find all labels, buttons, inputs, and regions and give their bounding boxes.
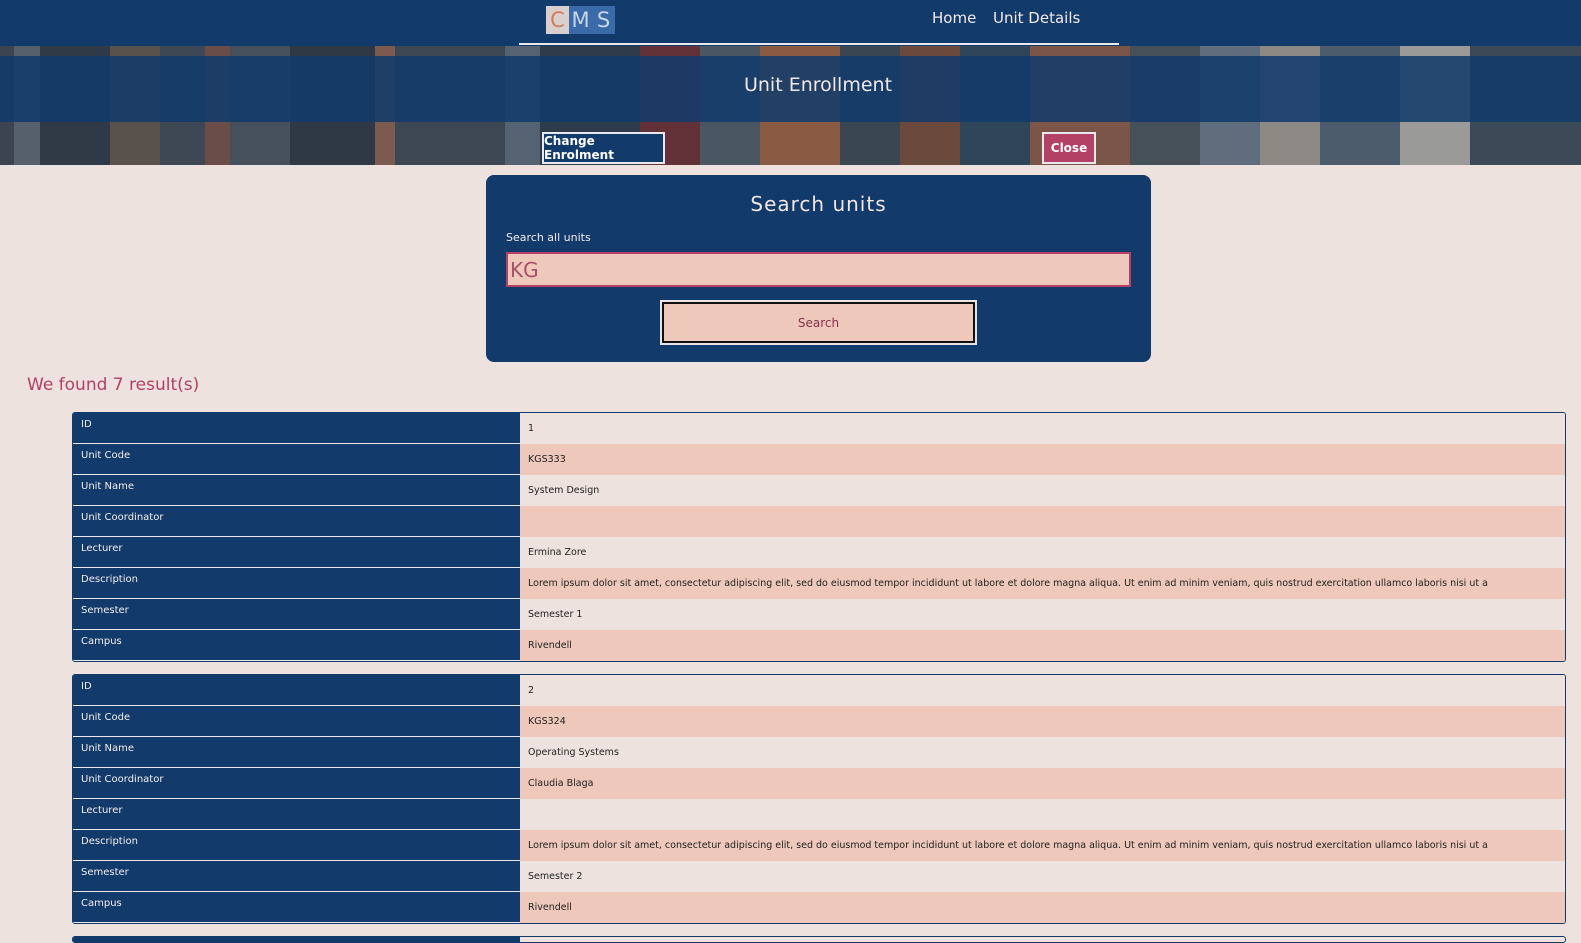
field-value bbox=[520, 799, 1565, 830]
field-label: ID bbox=[73, 675, 520, 706]
field-label: Unit Name bbox=[73, 475, 520, 506]
field-label: Lecturer bbox=[73, 537, 520, 568]
result-card bbox=[72, 936, 1566, 943]
table-row: Description Lorem ipsum dolor sit amet, c… bbox=[73, 830, 1565, 861]
search-label: Search all units bbox=[506, 231, 591, 244]
field-label: Unit Name bbox=[73, 737, 520, 768]
field-label: Lecturer bbox=[73, 799, 520, 830]
change-enrolment-button[interactable]: Change Enrolment bbox=[542, 132, 665, 164]
field-value: System Design bbox=[520, 475, 1565, 506]
logo-letter-s: S bbox=[592, 6, 615, 34]
field-label: Campus bbox=[73, 630, 520, 661]
table-row: Semester Semester 1 bbox=[73, 599, 1565, 630]
results-summary: We found 7 result(s) bbox=[27, 375, 200, 395]
result-card: ID 1 Unit Code KGS333 Unit Name System Design… bbox=[72, 412, 1566, 662]
field-label: Unit Code bbox=[73, 444, 520, 475]
table-row: Description Lorem ipsum dolor sit amet, c… bbox=[73, 568, 1565, 599]
table-row: Unit Coordinator bbox=[73, 506, 1565, 537]
field-value: KGS324 bbox=[520, 706, 1565, 737]
field-value bbox=[520, 506, 1565, 537]
field-value: Claudia Blaga bbox=[520, 768, 1565, 799]
cms-logo[interactable]: C M S bbox=[546, 6, 615, 34]
logo-letter-m: M bbox=[569, 6, 592, 34]
field-label: Unit Coordinator bbox=[73, 506, 520, 537]
field-value: 1 bbox=[520, 413, 1565, 444]
table-row: Campus Rivendell bbox=[73, 630, 1565, 661]
table-row: Unit Coordinator Claudia Blaga bbox=[73, 768, 1565, 799]
top-navbar: C M S Home Unit Details bbox=[0, 0, 1581, 46]
table-row: Unit Code KGS324 bbox=[73, 706, 1565, 737]
field-label bbox=[73, 937, 520, 942]
nav-unit-details-link[interactable]: Unit Details bbox=[993, 9, 1080, 27]
field-value: Ermina Zore bbox=[520, 537, 1565, 568]
field-label: Description bbox=[73, 830, 520, 861]
field-value: Lorem ipsum dolor sit amet, consectetur … bbox=[520, 830, 1565, 861]
search-title: Search units bbox=[750, 192, 887, 216]
table-row: Unit Name System Design bbox=[73, 475, 1565, 506]
logo-letter-c: C bbox=[546, 6, 569, 34]
field-value: 2 bbox=[520, 675, 1565, 706]
table-row: Unit Code KGS333 bbox=[73, 444, 1565, 475]
field-value: Rivendell bbox=[520, 892, 1565, 923]
search-button[interactable]: Search bbox=[660, 300, 977, 345]
field-value: Semester 1 bbox=[520, 599, 1565, 630]
table-row: ID 2 bbox=[73, 675, 1565, 706]
result-card: ID 2 Unit Code KGS324 Unit Name Operating Sys… bbox=[72, 674, 1566, 924]
table-row: Lecturer Ermina Zore bbox=[73, 537, 1565, 568]
field-label: Description bbox=[73, 568, 520, 599]
table-row: Lecturer bbox=[73, 799, 1565, 830]
field-label: ID bbox=[73, 413, 520, 444]
search-panel: Search units Search all units Search bbox=[486, 175, 1151, 362]
search-input[interactable] bbox=[506, 252, 1131, 287]
field-label: Campus bbox=[73, 892, 520, 923]
table-row: Semester Semester 2 bbox=[73, 861, 1565, 892]
field-value: Operating Systems bbox=[520, 737, 1565, 768]
field-value: Lorem ipsum dolor sit amet, consectetur … bbox=[520, 568, 1565, 599]
field-value: KGS333 bbox=[520, 444, 1565, 475]
field-value: Rivendell bbox=[520, 630, 1565, 661]
page-title: Unit Enrollment bbox=[743, 74, 893, 96]
field-label: Unit Coordinator bbox=[73, 768, 520, 799]
close-button[interactable]: Close bbox=[1042, 132, 1096, 164]
field-label: Semester bbox=[73, 599, 520, 630]
nav-home-link[interactable]: Home bbox=[932, 9, 976, 27]
nav-underline bbox=[519, 43, 1119, 45]
table-row: Campus Rivendell bbox=[73, 892, 1565, 923]
table-row: Unit Name Operating Systems bbox=[73, 737, 1565, 768]
field-label: Unit Code bbox=[73, 706, 520, 737]
table-row: ID 1 bbox=[73, 413, 1565, 444]
field-value: Semester 2 bbox=[520, 861, 1565, 892]
field-label: Semester bbox=[73, 861, 520, 892]
